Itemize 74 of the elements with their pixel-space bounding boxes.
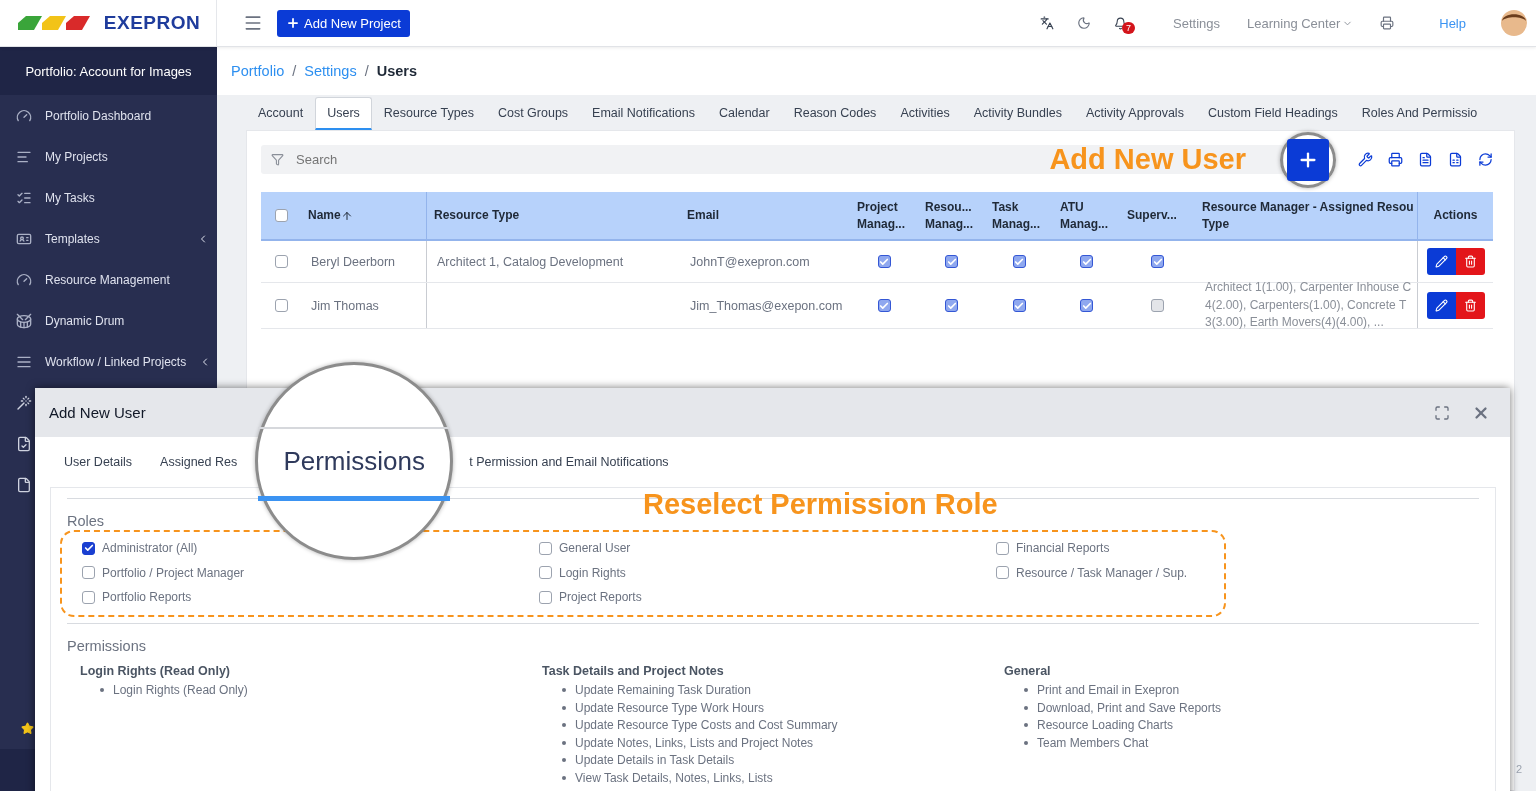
email-cell: JohnT@exepron.com [690,254,810,269]
annotation-text: Reselect Permission Role [643,487,998,521]
permission-item: Update Notes, Links, Lists and Project Notes [575,735,814,750]
sidebar-item[interactable]: Dynamic Drum [45,313,217,328]
column-header[interactable]: Superv... [1120,192,1195,239]
dialog-tab[interactable]: Assigned Res [160,455,238,469]
annotation-text: Add New User [1049,142,1246,176]
breadcrumb-item[interactable]: Users [376,63,417,79]
group-title: Login Rights (Read Only) [80,663,231,678]
section-title: Roles [67,513,106,529]
assigned-resources-text: Architect 1(1.00), Carpenter Inhouse C 4(2.00), Carpenters(1.00), Concrete T 3(3.00), Earth Movers(4)(4.00), ... [1205,279,1412,332]
dialog-title: Add New User [49,404,147,421]
settings-tab[interactable]: Custom Field Headings [1195,97,1350,130]
column-header[interactable]: Resou... Manag... [918,192,985,239]
column-header[interactable]: Project Manag... [850,192,918,239]
sidebar-item[interactable]: My Projects [45,149,217,164]
permission-item: View Task Details, Notes, Links, Lists [575,770,773,785]
name-cell: Beryl Deerborn [311,254,396,269]
sidebar-item[interactable]: Workflow / Linked Projects [45,354,187,369]
add-project-button[interactable]: Add New Project [277,9,410,37]
search-field[interactable]: Search [294,151,594,168]
role-label: Financial Reports [1016,541,1110,556]
role-label: Portfolio / Project Manager [102,565,245,580]
permission-item: Update Resource Type Work Hours [575,700,764,715]
email-cell: Jim_Thomas@exepon.com [690,298,843,313]
notification-badge: 7 [1122,21,1136,34]
role-label: Login Rights [559,565,626,580]
column-header[interactable]: Name [301,192,426,239]
permission-item: Download, Print and Save Reports [1037,700,1222,715]
resource-type-cell: Architect 1, Catalog Development [437,254,624,269]
column-header[interactable]: Resource Type [426,192,680,239]
column-header[interactable]: Email [680,192,850,239]
column-header[interactable]: Actions [1417,192,1493,239]
name-cell: Jim Thomas [311,298,379,313]
permission-item: Print and Email in Exepron [1037,683,1180,698]
settings-tab[interactable]: Email Notifications [580,97,707,130]
settings-tab[interactable]: Account [246,97,316,130]
column-header[interactable]: Resource Manager - Assigned Resou Type [1195,192,1417,239]
sidebar-item[interactable]: Resource Management [45,272,217,287]
logo-text: EXEPRON [103,12,201,34]
sidebar-item[interactable]: Templates [45,231,184,246]
dialog-tab[interactable]: t Permission and Email Notifications [469,455,669,469]
column-header[interactable]: Task Manag... [985,192,1053,239]
page-number: 2 [1515,763,1522,775]
role-label: Resource / Task Manager / Sup. [1016,565,1188,580]
settings-tab[interactable]: Activity Approvals [1073,97,1196,130]
sidebar-item[interactable]: Portfolio Dashboard [45,108,217,123]
group-title: Task Details and Project Notes [542,663,725,678]
role-label: General User [559,541,631,556]
portfolio-header[interactable]: Portfolio: Account for Images [0,47,217,95]
permission-item: Update Details in Task Details [575,753,735,768]
settings-tab[interactable]: Resource Types [371,97,486,130]
breadcrumb-separator: / [292,63,297,79]
permission-item: Update Remaining Task Duration [575,683,751,698]
group-title: General [1004,663,1052,678]
permission-item: Update Resource Type Costs and Cost Summary [575,718,838,733]
permission-item: Team Members Chat [1037,735,1149,750]
section-title: Permissions [67,637,147,654]
settings-tab[interactable]: Activities [888,97,962,130]
settings-tab[interactable]: Users [315,97,372,130]
column-header[interactable]: ATU Manag... [1053,192,1120,239]
settings-tab[interactable]: Calendar [706,97,782,130]
permission-item: Resource Loading Charts [1037,718,1174,733]
settings-tab[interactable]: Activity Bundles [961,97,1074,130]
sidebar-item[interactable]: My Tasks [45,190,217,205]
role-label: Portfolio Reports [102,590,192,605]
dialog-tab[interactable]: User Details [64,455,133,469]
settings-tab[interactable]: Roles And Permissio [1349,97,1490,130]
role-label: Project Reports [559,590,642,605]
settings-tab[interactable]: Reason Codes [781,97,889,130]
settings-tab[interactable]: Cost Groups [485,97,581,130]
role-label: Administrator (All) [102,541,198,556]
permission-item: Login Rights (Read Only) [113,683,248,698]
breadcrumb-separator: / [364,63,369,79]
